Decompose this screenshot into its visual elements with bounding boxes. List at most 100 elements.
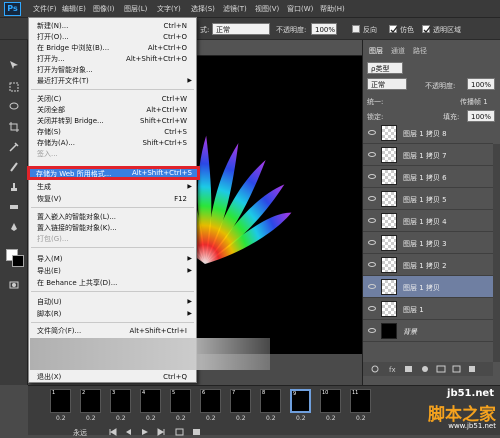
menu-item-browse-bridge[interactable]: 在 Bridge 中浏览(B)... Alt+Ctrl+O bbox=[29, 43, 196, 53]
timeline-frame[interactable]: 3 bbox=[110, 389, 131, 413]
foreground-color-swatch[interactable] bbox=[12, 255, 24, 267]
menu-item-place-embedded[interactable]: 置入嵌入的智能对象(L)... bbox=[29, 212, 196, 222]
layers-scrollbar[interactable] bbox=[493, 144, 500, 362]
menu-item-share-behance[interactable]: 在 Behance 上共享(D)... bbox=[29, 278, 196, 288]
layer-opacity-field[interactable]: 100% bbox=[467, 78, 495, 90]
menu-edit[interactable]: 编辑(E) bbox=[62, 4, 86, 14]
brush-tool-icon[interactable] bbox=[9, 162, 19, 172]
menu-item-export[interactable]: 导出(E) ▶ bbox=[29, 266, 196, 276]
timeline-frame[interactable]: 5 bbox=[170, 389, 191, 413]
reverse-checkbox[interactable] bbox=[352, 25, 360, 33]
frame-duration[interactable]: 0.2 bbox=[326, 415, 336, 422]
frame-duration[interactable]: 0.2 bbox=[296, 415, 306, 422]
layer-filter-select[interactable]: ρ类型 bbox=[367, 62, 403, 74]
visibility-eye-icon[interactable] bbox=[368, 174, 376, 179]
loop-select[interactable]: 永远 bbox=[73, 428, 87, 438]
timeline-frame[interactable]: 11 bbox=[350, 389, 371, 413]
tab-layers[interactable]: 图层 bbox=[369, 46, 383, 56]
frame-duration[interactable]: 0.2 bbox=[146, 415, 156, 422]
frame-duration[interactable]: 0.2 bbox=[86, 415, 96, 422]
opacity-field[interactable]: 100% bbox=[311, 23, 337, 35]
layer-row[interactable]: 图层 1 拷贝 5 bbox=[363, 188, 493, 210]
menu-type[interactable]: 文字(Y) bbox=[157, 4, 181, 14]
menu-select[interactable]: 选择(S) bbox=[191, 4, 215, 14]
menu-filter[interactable]: 滤镜(T) bbox=[223, 4, 247, 14]
menu-item-revert[interactable]: 恢复(V) F12 bbox=[29, 194, 196, 204]
layer-row[interactable]: 背景 bbox=[363, 320, 493, 342]
timeline-frame[interactable]: 6 bbox=[200, 389, 221, 413]
layer-row[interactable]: 图层 1 bbox=[363, 298, 493, 320]
visibility-eye-icon[interactable] bbox=[368, 152, 376, 157]
menu-layer[interactable]: 图层(L) bbox=[124, 4, 147, 14]
frame-duration[interactable]: 0.2 bbox=[206, 415, 216, 422]
visibility-eye-icon[interactable] bbox=[368, 328, 376, 333]
menu-item-automate[interactable]: 自动(U) ▶ bbox=[29, 297, 196, 307]
frame-duration[interactable]: 0.2 bbox=[266, 415, 276, 422]
layer-footer-icons[interactable]: fx bbox=[371, 365, 481, 373]
menu-help[interactable]: 帮助(H) bbox=[320, 4, 345, 14]
mode-select[interactable]: 正常 bbox=[212, 23, 270, 35]
frame-duration[interactable]: 0.2 bbox=[356, 415, 366, 422]
menu-window[interactable]: 窗口(W) bbox=[287, 4, 313, 14]
menu-item-open[interactable]: 打开(O)... Ctrl+O bbox=[29, 32, 196, 42]
propagate-frame-label[interactable]: 传播帧 1 bbox=[460, 97, 488, 107]
menu-item-open-as[interactable]: 打开为... Alt+Shift+Ctrl+O bbox=[29, 54, 196, 64]
document-tab[interactable] bbox=[197, 40, 362, 56]
frame-duration[interactable]: 0.2 bbox=[116, 415, 126, 422]
visibility-eye-icon[interactable] bbox=[368, 240, 376, 245]
visibility-eye-icon[interactable] bbox=[368, 306, 376, 311]
layer-row[interactable]: 图层 1 拷贝 6 bbox=[363, 166, 493, 188]
frame-duration[interactable]: 0.2 bbox=[236, 415, 246, 422]
pen-tool-icon[interactable] bbox=[9, 222, 19, 232]
timeline-frame-selected[interactable]: 9 bbox=[290, 389, 311, 413]
tab-paths[interactable]: 路径 bbox=[413, 46, 427, 56]
dither-checkbox[interactable] bbox=[389, 25, 398, 33]
frame-duration[interactable]: 0.2 bbox=[56, 415, 66, 422]
timeline-frame[interactable]: 10 bbox=[320, 389, 341, 413]
lasso-tool-icon[interactable] bbox=[9, 102, 19, 112]
visibility-eye-icon[interactable] bbox=[368, 130, 376, 135]
blend-mode-select[interactable]: 正常 bbox=[367, 78, 407, 90]
menu-item-new[interactable]: 新建(N)... Ctrl+N bbox=[29, 21, 196, 31]
document-canvas[interactable] bbox=[197, 56, 362, 354]
visibility-eye-icon[interactable] bbox=[368, 284, 376, 289]
layer-row[interactable]: 图层 1 拷贝 3 bbox=[363, 232, 493, 254]
layer-row-selected[interactable]: 图层 1 拷贝 bbox=[363, 276, 493, 298]
visibility-eye-icon[interactable] bbox=[368, 262, 376, 267]
menu-item-close-to-bridge[interactable]: 关闭并转到 Bridge... Shift+Ctrl+W bbox=[29, 116, 196, 126]
eyedropper-tool-icon[interactable] bbox=[9, 142, 19, 152]
menu-image[interactable]: 图像(I) bbox=[93, 4, 115, 14]
eraser-tool-icon[interactable] bbox=[9, 202, 19, 212]
timeline-frame[interactable]: 7 bbox=[230, 389, 251, 413]
layer-row[interactable]: 图层 1 拷贝 4 bbox=[363, 210, 493, 232]
menu-item-file-info[interactable]: 文件简介(F)... Alt+Shift+Ctrl+I bbox=[29, 326, 196, 336]
crop-tool-icon[interactable] bbox=[9, 122, 19, 132]
stamp-tool-icon[interactable] bbox=[9, 182, 19, 192]
layer-row[interactable]: 图层 1 拷贝 7 bbox=[363, 144, 493, 166]
menu-item-scripts[interactable]: 脚本(R) ▶ bbox=[29, 309, 196, 319]
timeline-frame[interactable]: 1 bbox=[50, 389, 71, 413]
frame-duration[interactable]: 0.2 bbox=[176, 415, 186, 422]
marquee-tool-icon[interactable] bbox=[9, 82, 19, 92]
menu-item-generate[interactable]: 生成 ▶ bbox=[29, 182, 196, 192]
timeline-frame[interactable]: 4 bbox=[140, 389, 161, 413]
move-tool-icon[interactable] bbox=[9, 60, 19, 70]
fill-field[interactable]: 100% bbox=[467, 110, 495, 122]
menu-item-save-as[interactable]: 存储为(A)... Shift+Ctrl+S bbox=[29, 138, 196, 148]
tab-channels[interactable]: 通道 bbox=[391, 46, 405, 56]
menu-item-save[interactable]: 存储(S) Ctrl+S bbox=[29, 127, 196, 137]
menu-item-recent-files[interactable]: 最近打开文件(T) ▶ bbox=[29, 76, 196, 86]
visibility-eye-icon[interactable] bbox=[368, 218, 376, 223]
layer-row[interactable]: 图层 1 拷贝 2 bbox=[363, 254, 493, 276]
transparency-checkbox[interactable] bbox=[422, 25, 431, 33]
menu-item-close[interactable]: 关闭(C) Ctrl+W bbox=[29, 94, 196, 104]
menu-item-close-all[interactable]: 关闭全部 Alt+Ctrl+W bbox=[29, 105, 196, 115]
menu-item-import[interactable]: 导入(M) ▶ bbox=[29, 254, 196, 264]
layer-row[interactable]: 图层 1 拷贝 8 bbox=[363, 122, 493, 144]
timeline-frame[interactable]: 2 bbox=[80, 389, 101, 413]
menu-item-place-linked[interactable]: 置入链接的智能对象(K)... bbox=[29, 223, 196, 233]
visibility-eye-icon[interactable] bbox=[368, 196, 376, 201]
menu-file[interactable]: 文件(F) bbox=[33, 4, 57, 14]
quick-mask-icon[interactable] bbox=[9, 280, 19, 290]
menu-item-exit[interactable]: 退出(X) Ctrl+Q bbox=[29, 372, 196, 382]
